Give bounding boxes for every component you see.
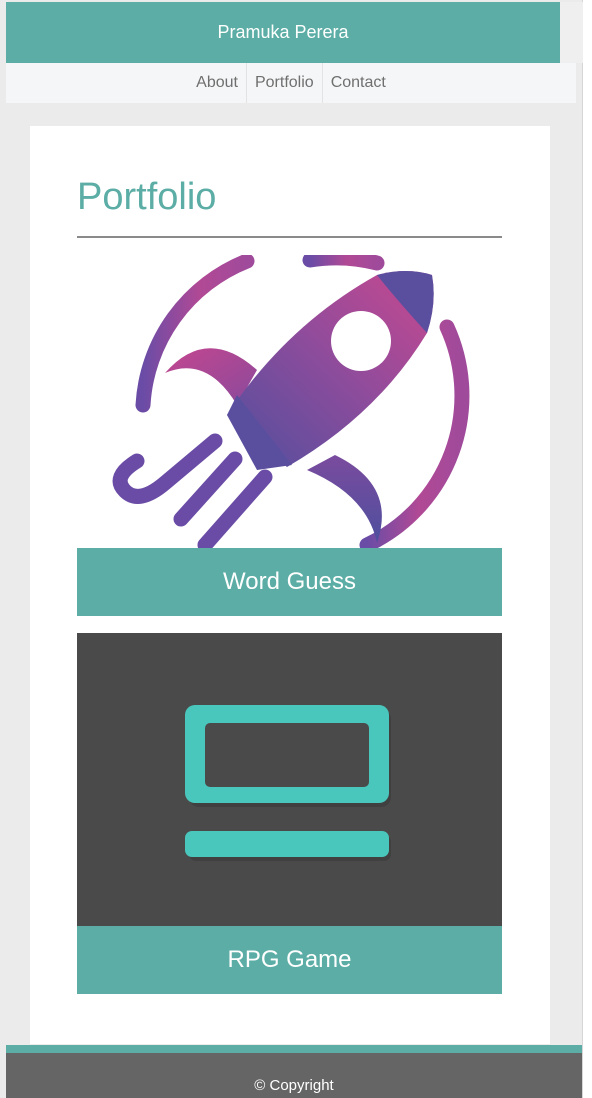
- project-card-word-guess[interactable]: Word Guess: [77, 255, 502, 616]
- project-link-word-guess[interactable]: Word Guess: [77, 548, 502, 616]
- copyright-text: © Copyright: [254, 1077, 334, 1094]
- project-link-rpg-game[interactable]: RPG Game: [77, 926, 502, 994]
- rocket-icon[interactable]: [77, 255, 502, 548]
- header-gutter: [560, 2, 583, 63]
- laptop-icon[interactable]: [77, 633, 502, 926]
- page-title: Portfolio: [77, 176, 217, 218]
- site-footer: © Copyright: [6, 1045, 582, 1098]
- content-card: Portfolio Word Guess RPG Game: [30, 126, 550, 1044]
- nav-link-portfolio[interactable]: Portfolio: [245, 63, 322, 103]
- nav-link-about[interactable]: About: [188, 63, 246, 103]
- scrollbar-gutter: [583, 0, 592, 1098]
- site-header: Pramuka Perera: [6, 2, 560, 63]
- site-title: Pramuka Perera: [217, 22, 349, 42]
- title-divider: [77, 236, 502, 238]
- nav-link-contact[interactable]: Contact: [321, 63, 394, 103]
- main-nav: About Portfolio Contact: [6, 63, 576, 103]
- project-card-rpg-game[interactable]: RPG Game: [77, 633, 502, 994]
